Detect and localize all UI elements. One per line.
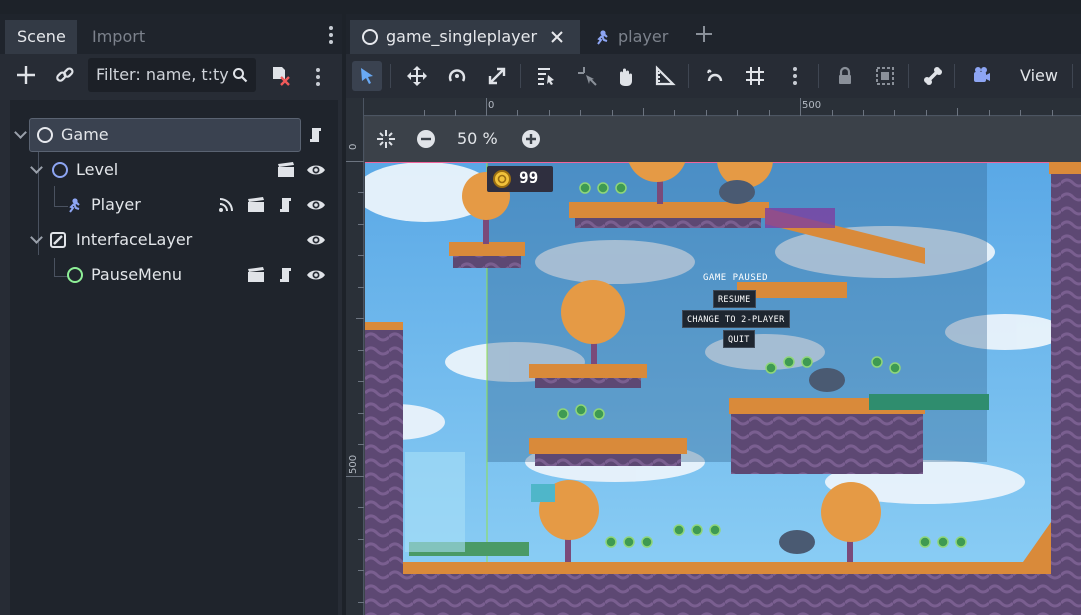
visibility-icon[interactable]: [306, 160, 326, 180]
script-icon[interactable]: [306, 125, 326, 145]
add-node-icon[interactable]: [11, 60, 41, 90]
ruler-label-x500: 500: [802, 100, 822, 111]
zoom-out-icon[interactable]: [416, 129, 436, 149]
scene-toolbar: Filter: name, t:ty: [0, 54, 342, 98]
smart-snap-icon[interactable]: [700, 61, 730, 91]
tree-item-game[interactable]: Game: [10, 118, 338, 152]
vertical-ruler: 0 500: [346, 98, 364, 615]
resume-button[interactable]: RESUME: [713, 290, 756, 308]
open-scene-icon[interactable]: [246, 195, 266, 215]
dock-tab-bar: Scene Import: [0, 14, 342, 54]
node-circle-icon: [52, 162, 68, 178]
coin-counter: 99: [487, 166, 553, 192]
control-circle-icon: [67, 267, 83, 283]
view-menu[interactable]: View: [1020, 61, 1058, 91]
godot-editor-window: Scene Import Filter: name, t:ty Game Lev…: [0, 0, 1081, 615]
grid-snap-icon[interactable]: [740, 61, 770, 91]
character-icon: [69, 198, 80, 213]
pause-title: GAME PAUSED: [703, 273, 769, 283]
tab-game-singleplayer[interactable]: game_singleplayer: [350, 20, 580, 54]
signal-icon[interactable]: [216, 195, 236, 215]
tab-scene[interactable]: Scene: [5, 20, 77, 54]
collapse-arrow-icon[interactable]: [30, 161, 43, 174]
pan-tool-icon[interactable]: [610, 61, 640, 91]
collapse-arrow-icon[interactable]: [30, 231, 43, 244]
close-icon[interactable]: [550, 30, 564, 44]
group-icon[interactable]: [870, 61, 900, 91]
collapse-arrow-icon[interactable]: [14, 126, 27, 139]
horizontal-ruler: 0 500: [346, 98, 1081, 116]
scene-dock: Scene Import Filter: name, t:ty Game Lev…: [0, 14, 342, 615]
editor-main: game_singleplayer player View 0 500 0 50…: [346, 14, 1081, 615]
zoom-controls: 50 %: [365, 117, 1081, 163]
tree-item-label: Level: [76, 160, 119, 179]
ruler-label-x0: 0: [488, 100, 495, 111]
script-icon[interactable]: [276, 265, 296, 285]
select-tool-icon[interactable]: [352, 61, 382, 91]
detach-script-icon[interactable]: [264, 60, 294, 90]
lock-icon[interactable]: [830, 61, 860, 91]
tree-item-label: Player: [91, 195, 141, 214]
viewport-toolbar: View: [346, 54, 1081, 98]
visibility-icon[interactable]: [306, 195, 326, 215]
filter-input[interactable]: Filter: name, t:ty: [88, 58, 256, 92]
camera-override-icon[interactable]: [966, 61, 996, 91]
snap-options-icon[interactable]: [793, 67, 797, 88]
quit-button[interactable]: QUIT: [723, 330, 755, 348]
coin-icon: [493, 170, 511, 188]
open-scene-icon[interactable]: [276, 160, 296, 180]
tree-item-level[interactable]: Level: [10, 153, 338, 187]
node-circle-icon: [37, 127, 53, 143]
instance-scene-icon[interactable]: [50, 60, 80, 90]
scale-tool-icon[interactable]: [482, 61, 512, 91]
open-scene-icon[interactable]: [246, 265, 266, 285]
move-tool-icon[interactable]: [402, 61, 432, 91]
script-icon[interactable]: [276, 195, 296, 215]
change-to-2-player-button[interactable]: CHANGE TO 2-PLAYER: [682, 310, 790, 328]
tree-item-player[interactable]: Player: [10, 188, 338, 222]
canvas-layer-icon: [50, 232, 66, 248]
visibility-icon[interactable]: [306, 265, 326, 285]
tab-import[interactable]: Import: [80, 20, 157, 54]
search-icon: [233, 68, 248, 83]
character-icon: [597, 30, 608, 45]
game-scene-canvas[interactable]: 99 GAME PAUSED RESUME CHANGE TO 2-PLAYER…: [365, 162, 1081, 615]
tab-player[interactable]: player: [592, 20, 668, 54]
coin-count: 99: [519, 168, 539, 187]
game-level-art: [365, 162, 1081, 615]
tree-item-pausemenu[interactable]: PauseMenu: [10, 258, 338, 292]
tree-item-label: PauseMenu: [91, 265, 182, 284]
ruler-label-y500: 500: [348, 454, 359, 474]
center-view-icon[interactable]: [376, 129, 396, 149]
scene-tab-bar: game_singleplayer player: [346, 14, 1081, 54]
tree-item-label: InterfaceLayer: [76, 230, 193, 249]
list-select-icon[interactable]: [530, 61, 560, 91]
visibility-icon[interactable]: [306, 230, 326, 250]
canvas-viewport[interactable]: 0 500 0 500 50 % 99 GAME PAUSED RESUME C…: [346, 98, 1081, 615]
scene-tree: Game Level Player InterfaceLayer PauseMe…: [10, 100, 338, 615]
tree-item-label: Game: [61, 125, 109, 144]
skeleton-bone-icon[interactable]: [918, 61, 948, 91]
tab-label: game_singleplayer: [386, 27, 538, 46]
zoom-in-icon[interactable]: [521, 129, 541, 149]
ruler-label-y0: 0: [348, 143, 359, 150]
zoom-level[interactable]: 50 %: [457, 129, 498, 148]
dock-menu-icon[interactable]: [329, 26, 333, 47]
ruler-tool-icon[interactable]: [650, 61, 680, 91]
tab-label: player: [618, 27, 669, 46]
rotate-tool-icon[interactable]: [442, 61, 472, 91]
add-tab-icon[interactable]: [694, 24, 714, 44]
scene-menu-icon[interactable]: [316, 68, 320, 89]
tree-item-interfacelayer[interactable]: InterfaceLayer: [10, 223, 338, 257]
node-circle-icon: [362, 29, 378, 45]
pivot-tool-icon[interactable]: [572, 61, 602, 91]
filter-placeholder: Filter: name, t:ty: [96, 65, 229, 84]
